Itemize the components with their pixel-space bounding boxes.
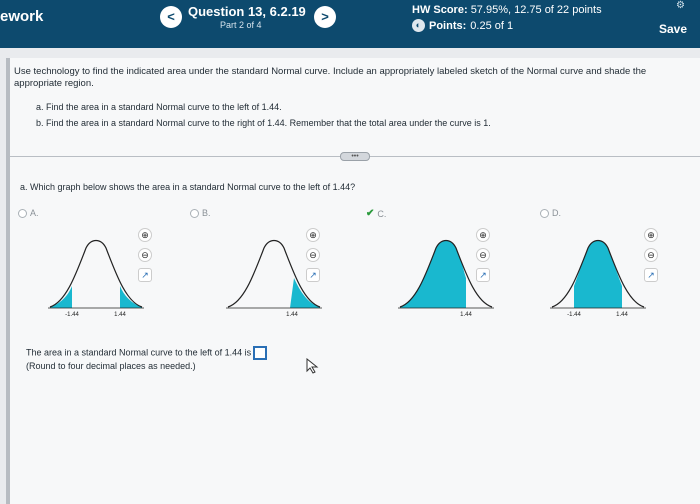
partial-credit-icon: ◐	[412, 19, 425, 32]
graph-a[interactable]: -1.44 1.44	[46, 234, 146, 318]
option-b-radio[interactable]	[190, 208, 199, 218]
graph-d[interactable]: -1.44 1.44	[548, 234, 648, 318]
mouse-cursor-icon	[306, 358, 319, 374]
graph-a-curve	[49, 239, 143, 308]
zoom-out-icon[interactable]: ⊖	[644, 248, 658, 262]
zoom-out-icon[interactable]: ⊖	[476, 248, 490, 262]
option-a[interactable]: A.	[18, 208, 39, 218]
question-title: Question 13, 6.2.19	[188, 4, 306, 19]
answer-hint: (Round to four decimal places as needed.…	[26, 361, 196, 371]
subquestion-a: a. Find the area in a standard Normal cu…	[36, 102, 282, 112]
option-d-label: D.	[552, 208, 561, 218]
graph-c-shaded-area	[400, 240, 466, 308]
zoom-in-icon[interactable]: ⊕	[476, 228, 490, 242]
graph-d-tick-pos: 1.44	[616, 312, 628, 318]
zoom-out-icon[interactable]: ⊖	[306, 248, 320, 262]
save-button[interactable]: Save	[650, 16, 696, 42]
instructions: Use technology to find the indicated are…	[14, 66, 647, 89]
graph-a-controls: ⊕ ⊖ ↗	[138, 228, 154, 288]
more-button[interactable]: •••	[340, 152, 370, 161]
answer-input[interactable]	[253, 346, 268, 360]
zoom-in-icon[interactable]: ⊕	[644, 228, 658, 242]
subquestion-b: b. Find the area in a standard Normal cu…	[36, 118, 491, 128]
hw-score-value: 57.95%, 12.75 of 22 points	[470, 4, 602, 16]
app-name: ework	[0, 8, 44, 25]
graph-a-tick-pos: 1.44	[114, 312, 126, 318]
option-c-label: C.	[377, 208, 387, 219]
answer-prompt: The area in a standard Normal curve to t…	[26, 347, 252, 358]
graph-c-tick: 1.44	[460, 312, 472, 318]
external-link-icon[interactable]: ↗	[644, 268, 658, 282]
question-panel: Use technology to find the indicated are…	[6, 58, 700, 504]
question-text: a. Which graph below shows the area in a…	[20, 182, 356, 192]
option-a-label: A.	[30, 208, 39, 218]
graph-b-controls: ⊕ ⊖ ↗	[306, 228, 322, 288]
zoom-in-icon[interactable]: ⊕	[306, 228, 320, 242]
option-b-label: B.	[202, 208, 211, 218]
external-link-icon[interactable]: ↗	[476, 268, 490, 282]
top-bar: ework < Question 13, 6.2.19 Part 2 of 4 …	[0, 0, 700, 48]
points: ◐ Points: 0.25 of 1	[412, 19, 513, 32]
settings-icon[interactable]: ⚙	[676, 0, 690, 11]
graph-b-tick: 1.44	[286, 312, 298, 318]
points-value: 0.25 of 1	[470, 19, 514, 32]
external-link-icon[interactable]: ↗	[306, 268, 320, 282]
points-label: Points:	[429, 19, 467, 32]
graph-d-controls: ⊕ ⊖ ↗	[644, 228, 660, 288]
chevron-right-icon[interactable]: >	[314, 6, 336, 28]
external-link-icon[interactable]: ↗	[138, 268, 152, 282]
hw-score-label: HW Score:	[412, 4, 468, 16]
question-part: Part 2 of 4	[220, 20, 262, 30]
hw-score: HW Score: 57.95%, 12.75 of 22 points	[412, 4, 602, 16]
graph-c-controls: ⊕ ⊖ ↗	[476, 228, 492, 288]
answer-section: The area in a standard Normal curve to t…	[26, 346, 268, 373]
graph-d-tick-neg: -1.44	[567, 312, 581, 318]
graph-a-tick-neg: -1.44	[65, 312, 79, 318]
option-b[interactable]: B.	[190, 208, 211, 218]
chevron-left-icon[interactable]: <	[160, 6, 182, 28]
option-d-radio[interactable]	[540, 208, 549, 218]
option-c[interactable]: ✔ C.	[366, 208, 386, 219]
option-a-radio[interactable]	[18, 208, 27, 218]
graph-d-shaded-area	[574, 240, 622, 308]
checkmark-icon: ✔	[366, 208, 375, 219]
zoom-out-icon[interactable]: ⊖	[138, 248, 152, 262]
option-d[interactable]: D.	[540, 208, 561, 218]
zoom-in-icon[interactable]: ⊕	[138, 228, 152, 242]
